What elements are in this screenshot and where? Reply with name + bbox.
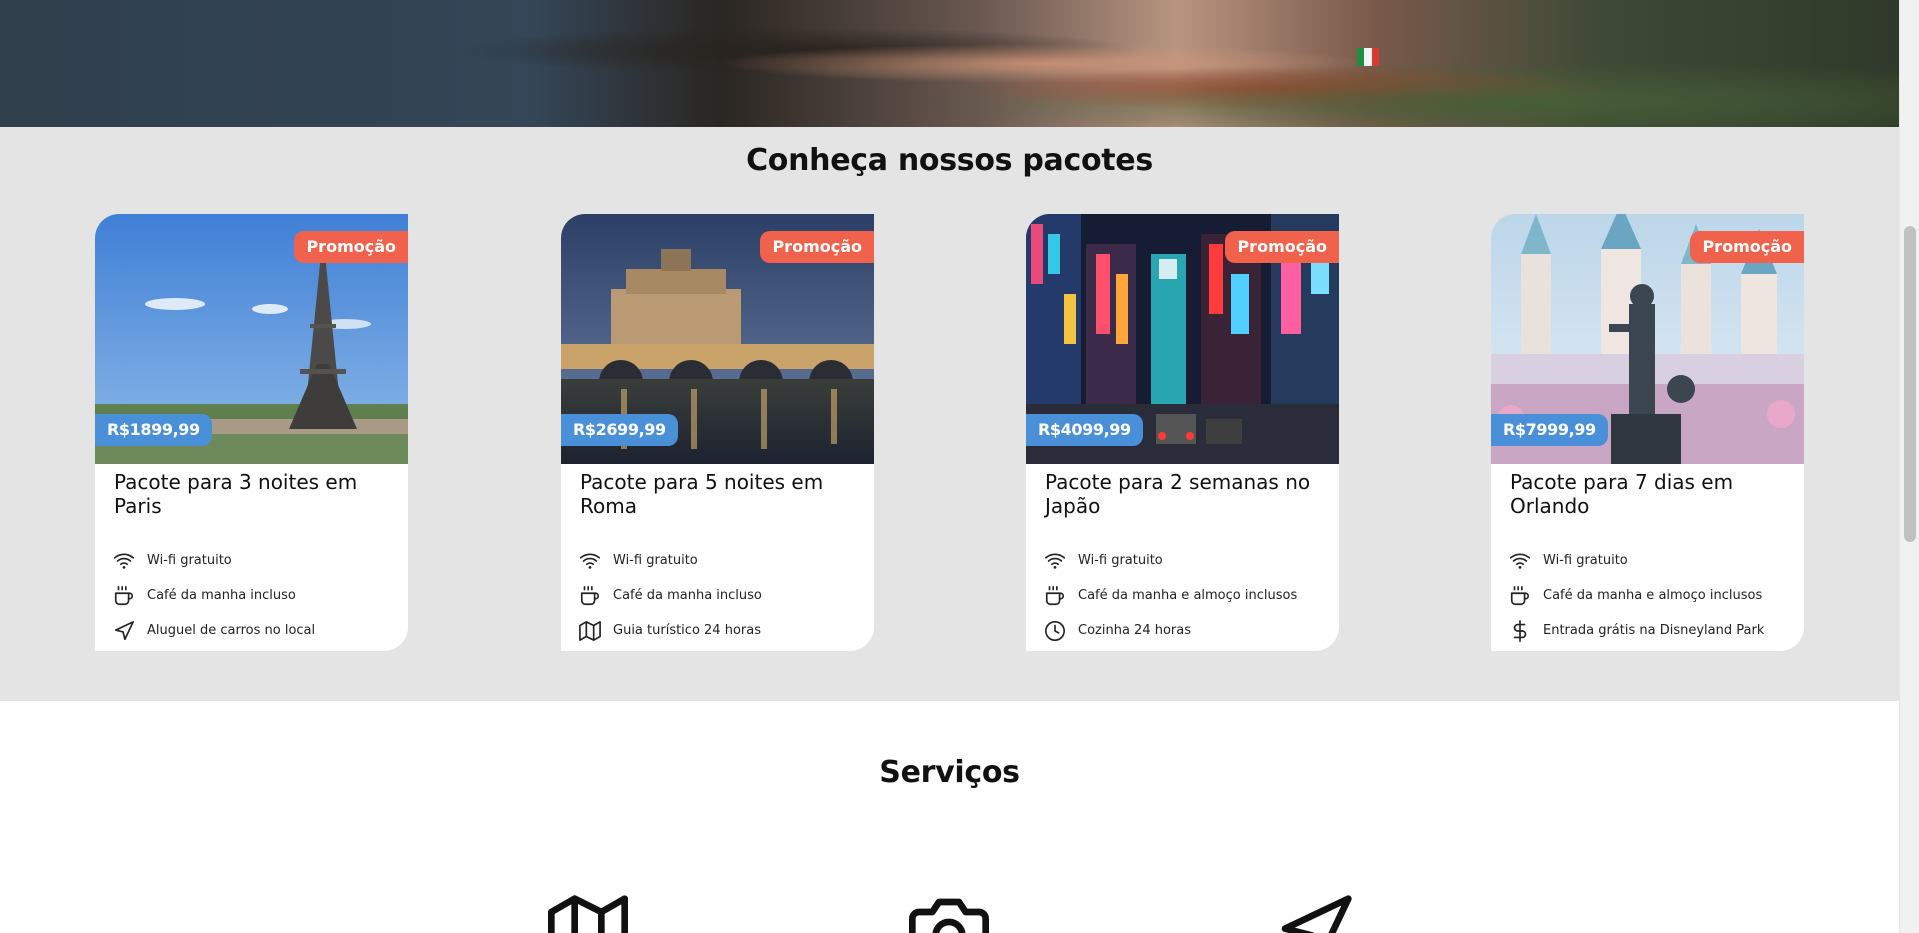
feature-label: Wi-fi gratuito	[1078, 553, 1163, 568]
send-icon	[1275, 892, 1355, 933]
hero-image	[0, 0, 1899, 127]
feature-item: Café da manha e almoço inclusos	[1044, 578, 1334, 613]
feature-label: Café da manha e almoço inclusos	[1078, 588, 1298, 603]
promo-badge: Promoção	[1690, 231, 1804, 263]
services-title: Serviços	[879, 755, 1020, 790]
package-card-paris[interactable]: Promoção R$1899,99 Pacote para 3 noites …	[95, 214, 408, 651]
page-scrollbar[interactable]	[1899, 0, 1919, 933]
package-card-roma[interactable]: Promoção R$2699,99 Pacote para 5 noites …	[561, 214, 874, 651]
feature-list: Wi-fi gratuito Café da manha e almoço in…	[1044, 543, 1334, 648]
wifi-icon	[113, 550, 135, 572]
wifi-icon	[579, 550, 601, 572]
feature-item: Entrada grátis na Disneyland Park	[1509, 613, 1799, 648]
feature-label: Wi-fi gratuito	[147, 553, 232, 568]
package-title: Pacote para 7 dias em Orlando	[1510, 470, 1734, 518]
feature-label: Entrada grátis na Disneyland Park	[1543, 623, 1765, 638]
feature-item: Wi-fi gratuito	[1509, 543, 1799, 578]
feature-item: Cozinha 24 horas	[1044, 613, 1334, 648]
price-tag: R$4099,99	[1026, 414, 1143, 446]
package-image-orlando: Promoção R$7999,99	[1491, 214, 1804, 464]
feature-label: Café da manha incluso	[147, 588, 296, 603]
price-tag: R$2699,99	[561, 414, 678, 446]
coffee-icon	[1509, 585, 1531, 607]
feature-item: Wi-fi gratuito	[113, 543, 403, 578]
map-icon	[579, 620, 601, 642]
services-section: Serviços	[0, 701, 1899, 933]
dollar-icon	[1509, 619, 1531, 642]
feature-label: Wi-fi gratuito	[613, 553, 698, 568]
page: Conheça nossos pacotes Promoção R$1899,9…	[0, 0, 1899, 933]
packages-section: Conheça nossos pacotes Promoção R$1899,9…	[0, 127, 1899, 701]
map-icon	[548, 892, 628, 933]
package-card-japao[interactable]: Promoção R$4099,99 Pacote para 2 semanas…	[1026, 214, 1339, 651]
feature-label: Guia turístico 24 horas	[613, 623, 761, 638]
italian-flag	[1357, 48, 1379, 66]
feature-item: Wi-fi gratuito	[579, 543, 869, 578]
promo-badge: Promoção	[760, 231, 874, 263]
promo-badge: Promoção	[294, 231, 408, 263]
wifi-icon	[1509, 550, 1531, 572]
price-tag: R$7999,99	[1491, 414, 1608, 446]
package-image-roma: Promoção R$2699,99	[561, 214, 874, 464]
package-card-orlando[interactable]: Promoção R$7999,99 Pacote para 7 dias em…	[1491, 214, 1804, 651]
feature-list: Wi-fi gratuito Café da manha incluso Gui…	[579, 543, 869, 648]
feature-label: Café da manha incluso	[613, 588, 762, 603]
feature-item: Café da manha incluso	[579, 578, 869, 613]
clock-icon	[1044, 620, 1066, 642]
package-image-japao: Promoção R$4099,99	[1026, 214, 1339, 464]
feature-label: Cozinha 24 horas	[1078, 623, 1191, 638]
feature-label: Café da manha e almoço inclusos	[1543, 588, 1763, 603]
feature-item: Aluguel de carros no local	[113, 613, 403, 648]
feature-list: Wi-fi gratuito Café da manha e almoço in…	[1509, 543, 1799, 648]
coffee-icon	[113, 585, 135, 607]
feature-list: Wi-fi gratuito Café da manha incluso Alu…	[113, 543, 403, 648]
feature-label: Wi-fi gratuito	[1543, 553, 1628, 568]
wifi-icon	[1044, 550, 1066, 572]
package-title: Pacote para 5 noites em Roma	[580, 470, 824, 518]
feature-item: Wi-fi gratuito	[1044, 543, 1334, 578]
coffee-icon	[1044, 585, 1066, 607]
promo-badge: Promoção	[1225, 231, 1339, 263]
camera-icon	[909, 892, 989, 933]
packages-title: Conheça nossos pacotes	[746, 143, 1153, 178]
feature-item: Café da manha incluso	[113, 578, 403, 613]
price-tag: R$1899,99	[95, 414, 212, 446]
coffee-icon	[579, 585, 601, 607]
feature-item: Café da manha e almoço inclusos	[1509, 578, 1799, 613]
package-title: Pacote para 2 semanas no Japão	[1045, 470, 1311, 518]
feature-label: Aluguel de carros no local	[147, 623, 316, 638]
scrollbar-thumb[interactable]	[1904, 226, 1916, 542]
package-image-paris: Promoção R$1899,99	[95, 214, 408, 464]
feature-item: Guia turístico 24 horas	[579, 613, 869, 648]
navigation-icon	[113, 620, 135, 642]
package-title: Pacote para 3 noites em Paris	[114, 470, 358, 518]
